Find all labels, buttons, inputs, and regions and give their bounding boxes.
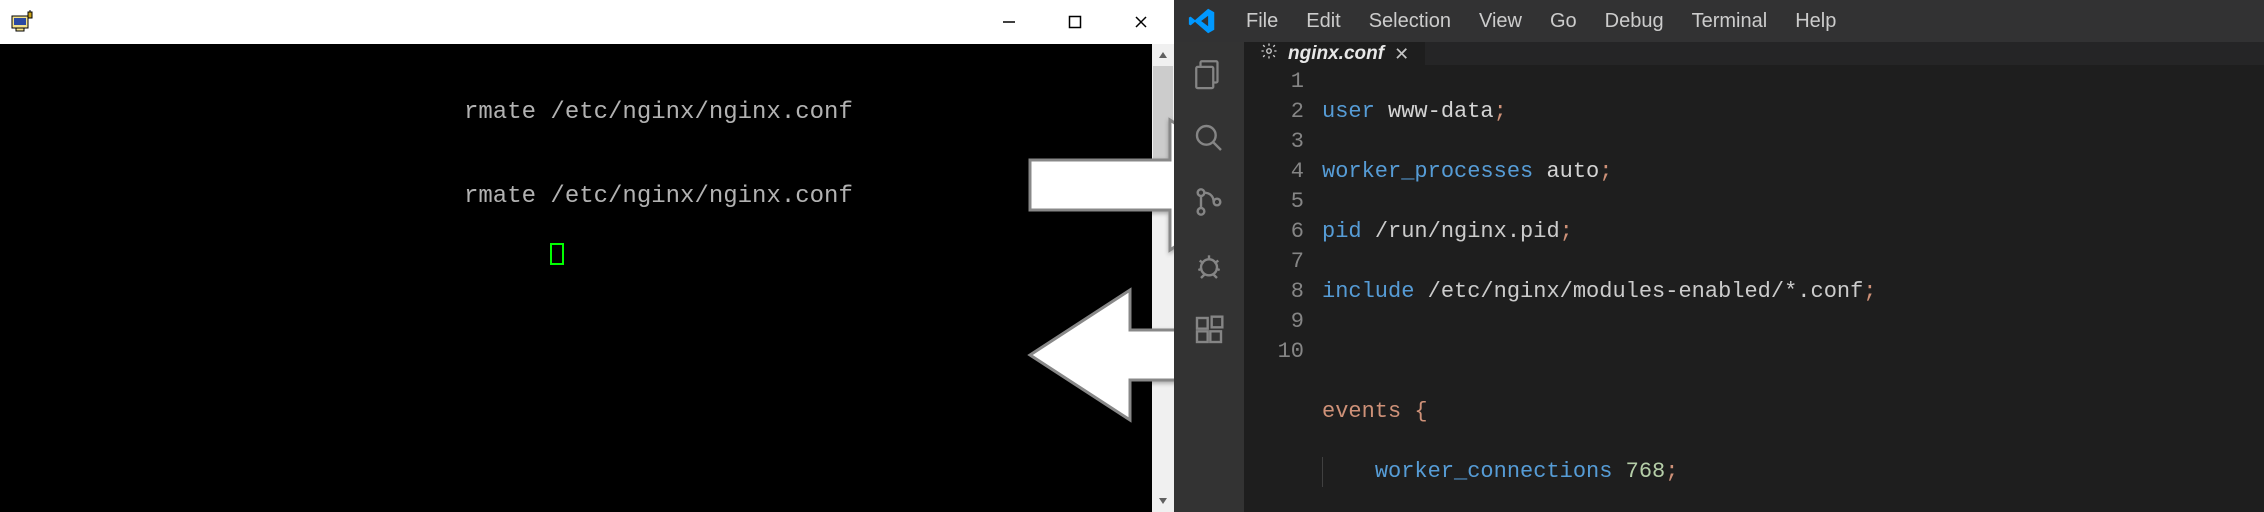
menu-edit[interactable]: Edit (1292, 0, 1354, 42)
putty-icon (10, 10, 34, 34)
line-number: 3 (1244, 127, 1304, 157)
vscode-menubar: File Edit Selection View Go Debug Termin… (1174, 0, 2264, 42)
explorer-icon[interactable] (1191, 56, 1227, 92)
menu-label: Go (1550, 10, 1577, 33)
code-token: auto (1546, 159, 1599, 184)
line-number: 8 (1244, 277, 1304, 307)
line-number: 2 (1244, 97, 1304, 127)
code-editor[interactable]: 1 2 3 4 5 6 7 8 9 10 user www-data; work… (1244, 65, 2264, 512)
menu-label: Terminal (1692, 10, 1768, 33)
terminal-output[interactable]: rmate /etc/nginx/nginx.conf rmate /etc/n… (0, 44, 1174, 512)
putty-titlebar[interactable] (0, 0, 1174, 45)
menu-debug[interactable]: Debug (1591, 0, 1678, 42)
terminal-line: rmate /etc/nginx/nginx.conf (2, 98, 1174, 128)
window-controls (976, 0, 1174, 44)
vscode-logo-icon (1188, 7, 1216, 35)
extensions-icon[interactable] (1191, 312, 1227, 348)
source-control-icon[interactable] (1191, 184, 1227, 220)
line-number: 1 (1244, 67, 1304, 97)
minimize-button[interactable] (976, 0, 1042, 44)
tab-nginx-conf[interactable]: nginx.conf ✕ (1244, 42, 1426, 65)
code-token: ; (1494, 99, 1507, 124)
menu-label: File (1246, 10, 1278, 33)
line-number: 9 (1244, 307, 1304, 337)
editor-area: nginx.conf ✕ c: Users Luc AppData Local … (1244, 42, 2264, 512)
menu-help[interactable]: Help (1781, 0, 1850, 42)
menu-label: Help (1795, 10, 1836, 33)
tab-label: nginx.conf (1288, 43, 1384, 65)
menu-terminal[interactable]: Terminal (1678, 0, 1782, 42)
menu-label: Edit (1306, 10, 1340, 33)
code-token: 768 (1626, 459, 1666, 484)
activity-bar (1174, 42, 1244, 512)
menu-go[interactable]: Go (1536, 0, 1591, 42)
code-token: pid (1322, 219, 1362, 244)
line-number: 4 (1244, 157, 1304, 187)
line-number-gutter: 1 2 3 4 5 6 7 8 9 10 (1244, 65, 1322, 512)
code-token: events (1322, 399, 1401, 424)
code-token: ; (1863, 279, 1876, 304)
menu-selection[interactable]: Selection (1355, 0, 1465, 42)
maximize-button[interactable] (1042, 0, 1108, 44)
debug-icon[interactable] (1191, 248, 1227, 284)
code-token: worker_connections (1375, 459, 1613, 484)
line-number: 10 (1244, 337, 1304, 367)
code-token: include (1322, 279, 1414, 304)
menu-label: Debug (1605, 10, 1664, 33)
scroll-up-icon[interactable] (1152, 44, 1174, 66)
code-token: /etc/nginx/modules-enabled/*.conf (1428, 279, 1864, 304)
search-icon[interactable] (1191, 120, 1227, 156)
code-token: /run/nginx.pid (1375, 219, 1560, 244)
line-number: 5 (1244, 187, 1304, 217)
line-number: 7 (1244, 247, 1304, 277)
menu-label: Selection (1369, 10, 1451, 33)
code-token: worker_processes (1322, 159, 1533, 184)
code-token: { (1414, 399, 1427, 424)
code-token: ; (1665, 459, 1678, 484)
vscode-window: File Edit Selection View Go Debug Termin… (1174, 0, 2264, 512)
scroll-down-icon[interactable] (1152, 490, 1174, 512)
code-token: www-data (1388, 99, 1494, 124)
code-token: ; (1560, 219, 1573, 244)
tab-bar: nginx.conf ✕ (1244, 42, 2264, 65)
menu-label: View (1479, 10, 1522, 33)
menu-file[interactable]: File (1232, 0, 1292, 42)
terminal-cursor (550, 243, 564, 265)
close-icon[interactable]: ✕ (1394, 45, 1409, 63)
line-number: 6 (1244, 217, 1304, 247)
close-button[interactable] (1108, 0, 1174, 44)
code-token: ; (1599, 159, 1612, 184)
code-token: user (1322, 99, 1375, 124)
gear-icon (1260, 42, 1278, 65)
terminal-line: rmate /etc/nginx/nginx.conf (2, 182, 1174, 212)
menu-view[interactable]: View (1465, 0, 1536, 42)
code-content[interactable]: user www-data; worker_processes auto; pi… (1322, 65, 2264, 512)
putty-window: rmate /etc/nginx/nginx.conf rmate /etc/n… (0, 0, 1174, 512)
